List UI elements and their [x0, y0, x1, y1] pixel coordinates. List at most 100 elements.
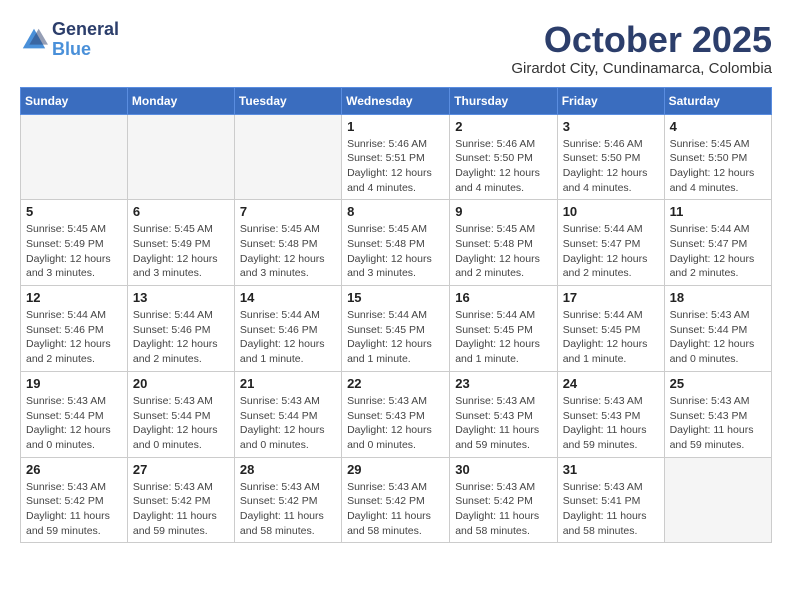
day-info: Sunrise: 5:43 AM Sunset: 5:43 PM Dayligh… [670, 394, 766, 453]
day-info: Sunrise: 5:44 AM Sunset: 5:47 PM Dayligh… [670, 222, 766, 281]
calendar-header: SundayMondayTuesdayWednesdayThursdayFrid… [21, 87, 772, 114]
logo-blue-text: Blue [52, 39, 91, 59]
week-row-2: 5 Sunrise: 5:45 AM Sunset: 5:49 PM Daylig… [21, 200, 772, 286]
calendar-cell: 9 Sunrise: 5:45 AM Sunset: 5:48 PM Daylig… [450, 200, 557, 286]
day-number: 2 [455, 119, 551, 134]
location: Girardot City, Cundinamarca, Colombia [511, 60, 772, 77]
calendar-cell: 3 Sunrise: 5:46 AM Sunset: 5:50 PM Daylig… [557, 114, 664, 200]
calendar-cell [21, 114, 128, 200]
day-info: Sunrise: 5:45 AM Sunset: 5:48 PM Dayligh… [347, 222, 444, 281]
day-info: Sunrise: 5:43 AM Sunset: 5:42 PM Dayligh… [347, 480, 444, 539]
week-row-4: 19 Sunrise: 5:43 AM Sunset: 5:44 PM Dayli… [21, 371, 772, 457]
calendar-cell: 13 Sunrise: 5:44 AM Sunset: 5:46 PM Dayli… [127, 286, 234, 372]
calendar-cell: 19Sunrise: 5:43 AM Sunset: 5:44 PM Dayli… [21, 371, 128, 457]
day-number: 22 [347, 376, 444, 391]
calendar-cell [664, 457, 771, 543]
weekday-header-sunday: Sunday [21, 87, 128, 114]
day-number: 21 [240, 376, 336, 391]
day-number: 24 [563, 376, 659, 391]
day-number: 4 [670, 119, 766, 134]
day-number: 20 [133, 376, 229, 391]
day-info: Sunrise: 5:43 AM Sunset: 5:42 PM Dayligh… [26, 480, 122, 539]
calendar-cell: 2 Sunrise: 5:46 AM Sunset: 5:50 PM Daylig… [450, 114, 557, 200]
day-number: 13 [133, 290, 229, 305]
day-number: 3 [563, 119, 659, 134]
day-number: 19 [26, 376, 122, 391]
day-number: 12 [26, 290, 122, 305]
calendar-cell: 17Sunrise: 5:44 AM Sunset: 5:45 PM Dayli… [557, 286, 664, 372]
calendar-cell: 24 Sunrise: 5:43 AM Sunset: 5:43 PM Dayli… [557, 371, 664, 457]
calendar-cell [127, 114, 234, 200]
day-number: 6 [133, 204, 229, 219]
calendar-cell: 21 Sunrise: 5:43 AM Sunset: 5:44 PM Dayli… [234, 371, 341, 457]
calendar-cell: 16 Sunrise: 5:44 AM Sunset: 5:45 PM Dayli… [450, 286, 557, 372]
weekday-header-saturday: Saturday [664, 87, 771, 114]
day-info: Sunrise: 5:43 AM Sunset: 5:44 PM Dayligh… [670, 308, 766, 367]
calendar-cell: 29Sunrise: 5:43 AM Sunset: 5:42 PM Dayli… [342, 457, 450, 543]
day-info: Sunrise: 5:44 AM Sunset: 5:47 PM Dayligh… [563, 222, 659, 281]
calendar-cell: 20 Sunrise: 5:43 AM Sunset: 5:44 PM Dayli… [127, 371, 234, 457]
weekday-header-tuesday: Tuesday [234, 87, 341, 114]
calendar-cell: 26Sunrise: 5:43 AM Sunset: 5:42 PM Dayli… [21, 457, 128, 543]
logo: General Blue [20, 20, 119, 60]
calendar-cell: 22 Sunrise: 5:43 AM Sunset: 5:43 PM Dayli… [342, 371, 450, 457]
calendar-body: 1Sunrise: 5:46 AM Sunset: 5:51 PM Daylig… [21, 114, 772, 543]
day-info: Sunrise: 5:43 AM Sunset: 5:42 PM Dayligh… [133, 480, 229, 539]
week-row-3: 12 Sunrise: 5:44 AM Sunset: 5:46 PM Dayli… [21, 286, 772, 372]
day-number: 9 [455, 204, 551, 219]
day-info: Sunrise: 5:45 AM Sunset: 5:49 PM Dayligh… [26, 222, 122, 281]
month-title: October 2025 [511, 20, 772, 60]
weekday-header-monday: Monday [127, 87, 234, 114]
day-info: Sunrise: 5:45 AM Sunset: 5:48 PM Dayligh… [455, 222, 551, 281]
day-info: Sunrise: 5:43 AM Sunset: 5:43 PM Dayligh… [347, 394, 444, 453]
day-number: 5 [26, 204, 122, 219]
calendar-cell: 25 Sunrise: 5:43 AM Sunset: 5:43 PM Dayli… [664, 371, 771, 457]
calendar-cell: 7Sunrise: 5:45 AM Sunset: 5:48 PM Daylig… [234, 200, 341, 286]
day-info: Sunrise: 5:46 AM Sunset: 5:50 PM Dayligh… [455, 137, 551, 196]
day-number: 23 [455, 376, 551, 391]
day-info: Sunrise: 5:44 AM Sunset: 5:46 PM Dayligh… [240, 308, 336, 367]
day-info: Sunrise: 5:43 AM Sunset: 5:43 PM Dayligh… [455, 394, 551, 453]
week-row-5: 26Sunrise: 5:43 AM Sunset: 5:42 PM Dayli… [21, 457, 772, 543]
day-number: 27 [133, 462, 229, 477]
day-info: Sunrise: 5:43 AM Sunset: 5:43 PM Dayligh… [563, 394, 659, 453]
calendar-cell [234, 114, 341, 200]
day-number: 15 [347, 290, 444, 305]
calendar-cell: 1Sunrise: 5:46 AM Sunset: 5:51 PM Daylig… [342, 114, 450, 200]
calendar-cell: 10Sunrise: 5:44 AM Sunset: 5:47 PM Dayli… [557, 200, 664, 286]
calendar-cell: 12Sunrise: 5:44 AM Sunset: 5:46 PM Dayli… [21, 286, 128, 372]
day-info: Sunrise: 5:43 AM Sunset: 5:44 PM Dayligh… [133, 394, 229, 453]
calendar-cell: 31Sunrise: 5:43 AM Sunset: 5:41 PM Dayli… [557, 457, 664, 543]
day-info: Sunrise: 5:46 AM Sunset: 5:50 PM Dayligh… [563, 137, 659, 196]
day-number: 16 [455, 290, 551, 305]
weekday-row: SundayMondayTuesdayWednesdayThursdayFrid… [21, 87, 772, 114]
calendar-cell: 27 Sunrise: 5:43 AM Sunset: 5:42 PM Dayli… [127, 457, 234, 543]
day-number: 14 [240, 290, 336, 305]
day-info: Sunrise: 5:43 AM Sunset: 5:44 PM Dayligh… [240, 394, 336, 453]
day-number: 30 [455, 462, 551, 477]
day-number: 31 [563, 462, 659, 477]
weekday-header-wednesday: Wednesday [342, 87, 450, 114]
weekday-header-thursday: Thursday [450, 87, 557, 114]
logo-general-text: General [52, 19, 119, 39]
calendar-table: SundayMondayTuesdayWednesdayThursdayFrid… [20, 87, 772, 544]
day-info: Sunrise: 5:44 AM Sunset: 5:45 PM Dayligh… [455, 308, 551, 367]
day-number: 7 [240, 204, 336, 219]
day-info: Sunrise: 5:44 AM Sunset: 5:46 PM Dayligh… [133, 308, 229, 367]
day-number: 11 [670, 204, 766, 219]
page-header: General Blue October 2025 Girardot City,… [20, 20, 772, 77]
calendar-cell: 23 Sunrise: 5:43 AM Sunset: 5:43 PM Dayli… [450, 371, 557, 457]
day-number: 25 [670, 376, 766, 391]
calendar-cell: 4Sunrise: 5:45 AM Sunset: 5:50 PM Daylig… [664, 114, 771, 200]
day-number: 18 [670, 290, 766, 305]
calendar-cell: 30 Sunrise: 5:43 AM Sunset: 5:42 PM Dayli… [450, 457, 557, 543]
day-number: 1 [347, 119, 444, 134]
calendar-cell: 8Sunrise: 5:45 AM Sunset: 5:48 PM Daylig… [342, 200, 450, 286]
day-number: 28 [240, 462, 336, 477]
day-info: Sunrise: 5:43 AM Sunset: 5:42 PM Dayligh… [455, 480, 551, 539]
day-info: Sunrise: 5:44 AM Sunset: 5:45 PM Dayligh… [563, 308, 659, 367]
calendar-cell: 15Sunrise: 5:44 AM Sunset: 5:45 PM Dayli… [342, 286, 450, 372]
calendar-cell: 28Sunrise: 5:43 AM Sunset: 5:42 PM Dayli… [234, 457, 341, 543]
calendar-cell: 14 Sunrise: 5:44 AM Sunset: 5:46 PM Dayli… [234, 286, 341, 372]
weekday-header-friday: Friday [557, 87, 664, 114]
